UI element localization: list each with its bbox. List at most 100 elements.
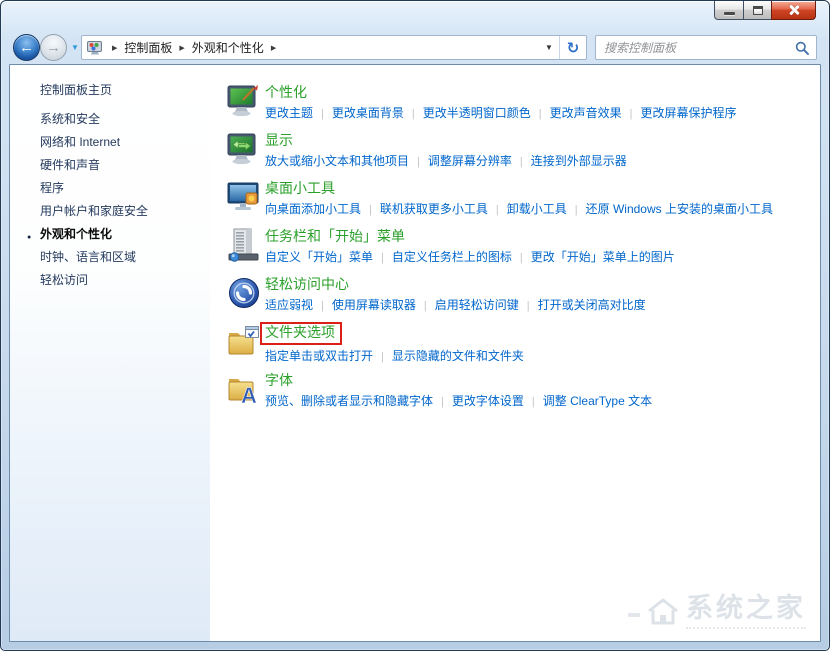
- task-link[interactable]: 卸载小工具: [507, 202, 567, 216]
- search-input[interactable]: [596, 41, 795, 55]
- task-link[interactable]: 调整 ClearType 文本: [543, 394, 652, 408]
- address-dropdown-icon[interactable]: ▼: [539, 43, 559, 52]
- task-link[interactable]: 预览、删除或者显示和隐藏字体: [265, 394, 433, 408]
- link-separator: |: [424, 300, 427, 312]
- sidebar-item-网络和 Internet[interactable]: 网络和 Internet: [40, 136, 210, 149]
- breadcrumb: ▶控制面板▶外观和个性化▶: [105, 39, 283, 56]
- control-panel-window: ← → ▼ ▶控制面板▶外观和个性化▶ ▼ ↻: [0, 0, 830, 651]
- task-link[interactable]: 联机获取更多小工具: [380, 202, 488, 216]
- link-separator: |: [417, 156, 420, 168]
- task-link[interactable]: 还原 Windows 上安装的桌面小工具: [586, 202, 773, 216]
- sidebar-item-时钟、语言和区域[interactable]: 时钟、语言和区域: [40, 251, 210, 264]
- link-separator: |: [520, 156, 523, 168]
- forward-button[interactable]: →: [40, 34, 67, 61]
- section-title-personalization[interactable]: 个性化: [265, 84, 307, 100]
- task-link[interactable]: 更改半透明窗口颜色: [423, 106, 531, 120]
- section-display: 显示 放大或缩小文本和其他项目 | 调整屏幕分辨率 | 连接到外部显示器: [227, 132, 820, 180]
- sidebar-item-程序[interactable]: 程序: [40, 182, 210, 195]
- maximize-button[interactable]: [743, 1, 772, 20]
- section-title-folder-options[interactable]: 文件夹选项: [265, 324, 335, 340]
- section-title-display[interactable]: 显示: [265, 132, 293, 148]
- folder-options-icon: [227, 324, 261, 358]
- task-link[interactable]: 适应弱视: [265, 298, 313, 312]
- task-link[interactable]: 更改声音效果: [550, 106, 622, 120]
- link-separator: |: [527, 300, 530, 312]
- section-title-box: 文件夹选项: [260, 322, 342, 345]
- refresh-button[interactable]: ↻: [559, 36, 586, 59]
- sidebar-item-外观和个性化[interactable]: ● 外观和个性化: [40, 228, 210, 241]
- breadcrumb-arrow-icon[interactable]: ▶: [105, 44, 124, 52]
- control-panel-icon[interactable]: [87, 41, 105, 55]
- content-area: 控制面板主页 系统和安全 网络和 Internet 硬件和声音 程序 用户帐户和…: [9, 64, 821, 642]
- section-title-taskbar-start-menu[interactable]: 任务栏和「开始」菜单: [265, 228, 405, 244]
- breadcrumb-arrow-icon[interactable]: ▶: [172, 44, 191, 52]
- task-link[interactable]: 调整屏幕分辨率: [428, 154, 512, 168]
- section-taskbar-start-menu: 任务栏和「开始」菜单 自定义「开始」菜单|自定义任务栏上的图标|更改「开始」菜单…: [227, 228, 820, 276]
- refresh-icon: ↻: [567, 39, 580, 57]
- svg-text:A: A: [241, 383, 257, 406]
- sidebar-item-轻松访问[interactable]: 轻松访问: [40, 274, 210, 287]
- task-link[interactable]: 打开或关闭高对比度: [538, 298, 646, 312]
- task-link[interactable]: 自定义「开始」菜单: [265, 250, 373, 264]
- breadcrumb-item[interactable]: 控制面板: [124, 39, 172, 56]
- minimize-button[interactable]: [714, 1, 744, 20]
- link-separator: |: [381, 252, 384, 264]
- desktop-gadgets-icon: [227, 180, 261, 214]
- task-link[interactable]: 自定义任务栏上的图标: [392, 250, 512, 264]
- recent-pages-dropdown[interactable]: ▼: [71, 43, 79, 52]
- search-box: [595, 35, 817, 60]
- active-bullet-icon: ●: [27, 231, 31, 244]
- section-task-links: 预览、删除或者显示和隐藏字体 | 更改字体设置 | 调整 ClearType 文本: [265, 394, 820, 410]
- link-separator: |: [539, 108, 542, 120]
- section-title-box: 显示: [265, 132, 293, 150]
- task-link[interactable]: 向桌面添加小工具: [265, 202, 361, 216]
- ease-of-access-center-icon: [227, 276, 261, 310]
- sidebar-item-系统和安全[interactable]: 系统和安全: [40, 113, 210, 126]
- sidebar-item-control-panel-home[interactable]: 控制面板主页: [40, 81, 210, 98]
- sidebar-item-硬件和声音[interactable]: 硬件和声音: [40, 159, 210, 172]
- sidebar-item-用户帐户和家庭安全[interactable]: 用户帐户和家庭安全: [40, 205, 210, 218]
- close-button[interactable]: [771, 1, 816, 20]
- link-separator: |: [321, 300, 324, 312]
- section-task-links: 放大或缩小文本和其他项目 | 调整屏幕分辨率 | 连接到外部显示器: [265, 154, 820, 170]
- back-button[interactable]: ←: [13, 34, 40, 61]
- category-list: 个性化 更改主题 | 更改桌面背景 | 更改半透明窗口颜色 | 更改声音效果 | 更改屏幕保护程…: [210, 65, 820, 641]
- task-link[interactable]: 启用轻松访问键: [435, 298, 519, 312]
- taskbar-start-menu-icon: [227, 228, 261, 262]
- section-task-links: 向桌面添加小工具|联机获取更多小工具|卸载小工具|还原 Windows 上安装的…: [265, 202, 820, 218]
- titlebar[interactable]: [1, 1, 829, 31]
- link-separator: |: [321, 108, 324, 120]
- link-separator: |: [441, 396, 444, 408]
- task-link[interactable]: 更改主题: [265, 106, 313, 120]
- section-title-ease-of-access[interactable]: 轻松访问中心: [265, 276, 349, 292]
- section-title-fonts[interactable]: 字体: [265, 372, 293, 388]
- section-title-desktop-gadgets[interactable]: 桌面小工具: [265, 180, 335, 196]
- section-task-links: 指定单击或双击打开 | 显示隐藏的文件和文件夹: [265, 349, 820, 365]
- link-separator: |: [532, 396, 535, 408]
- display-icon: [227, 132, 261, 166]
- link-separator: |: [381, 351, 384, 363]
- section-personalization: 个性化 更改主题|更改桌面背景|更改半透明窗口颜色|更改声音效果|更改屏幕保护程…: [227, 84, 820, 132]
- section-title-box: 任务栏和「开始」菜单: [265, 228, 405, 246]
- breadcrumb-arrow-icon[interactable]: ▶: [264, 44, 283, 52]
- task-link[interactable]: 更改「开始」菜单上的图片: [531, 250, 675, 264]
- task-link[interactable]: 更改字体设置: [452, 394, 524, 408]
- task-link[interactable]: 放大或缩小文本和其他项目: [265, 154, 409, 168]
- caption-buttons: [714, 1, 816, 20]
- task-link[interactable]: 更改桌面背景: [332, 106, 404, 120]
- breadcrumb-item[interactable]: 外观和个性化: [192, 39, 264, 56]
- section-desktop-gadgets: 桌面小工具 向桌面添加小工具|联机获取更多小工具|卸载小工具|还原 Window…: [227, 180, 820, 228]
- sidebar-category-list: 系统和安全 网络和 Internet 硬件和声音 程序 用户帐户和家庭安全 ● …: [10, 113, 210, 287]
- task-link[interactable]: 指定单击或双击打开: [265, 349, 373, 363]
- task-link[interactable]: 更改屏幕保护程序: [641, 106, 737, 120]
- maximize-icon: [753, 6, 763, 15]
- link-separator: |: [575, 204, 578, 216]
- task-link[interactable]: 连接到外部显示器: [531, 154, 627, 168]
- forward-arrow-icon: →: [46, 39, 61, 56]
- task-link[interactable]: 使用屏幕读取器: [332, 298, 416, 312]
- section-folder-options: 文件夹选项 指定单击或双击打开 | 显示隐藏的文件和文件夹: [227, 324, 820, 372]
- link-separator: |: [369, 204, 372, 216]
- address-bar[interactable]: ▶控制面板▶外观和个性化▶ ▼ ↻: [81, 35, 587, 60]
- task-link[interactable]: 显示隐藏的文件和文件夹: [392, 349, 524, 363]
- section-fonts: A 字体 预览、删除或者显示和隐藏字体 | 更改字体设置 | 调整 ClearType …: [227, 372, 820, 420]
